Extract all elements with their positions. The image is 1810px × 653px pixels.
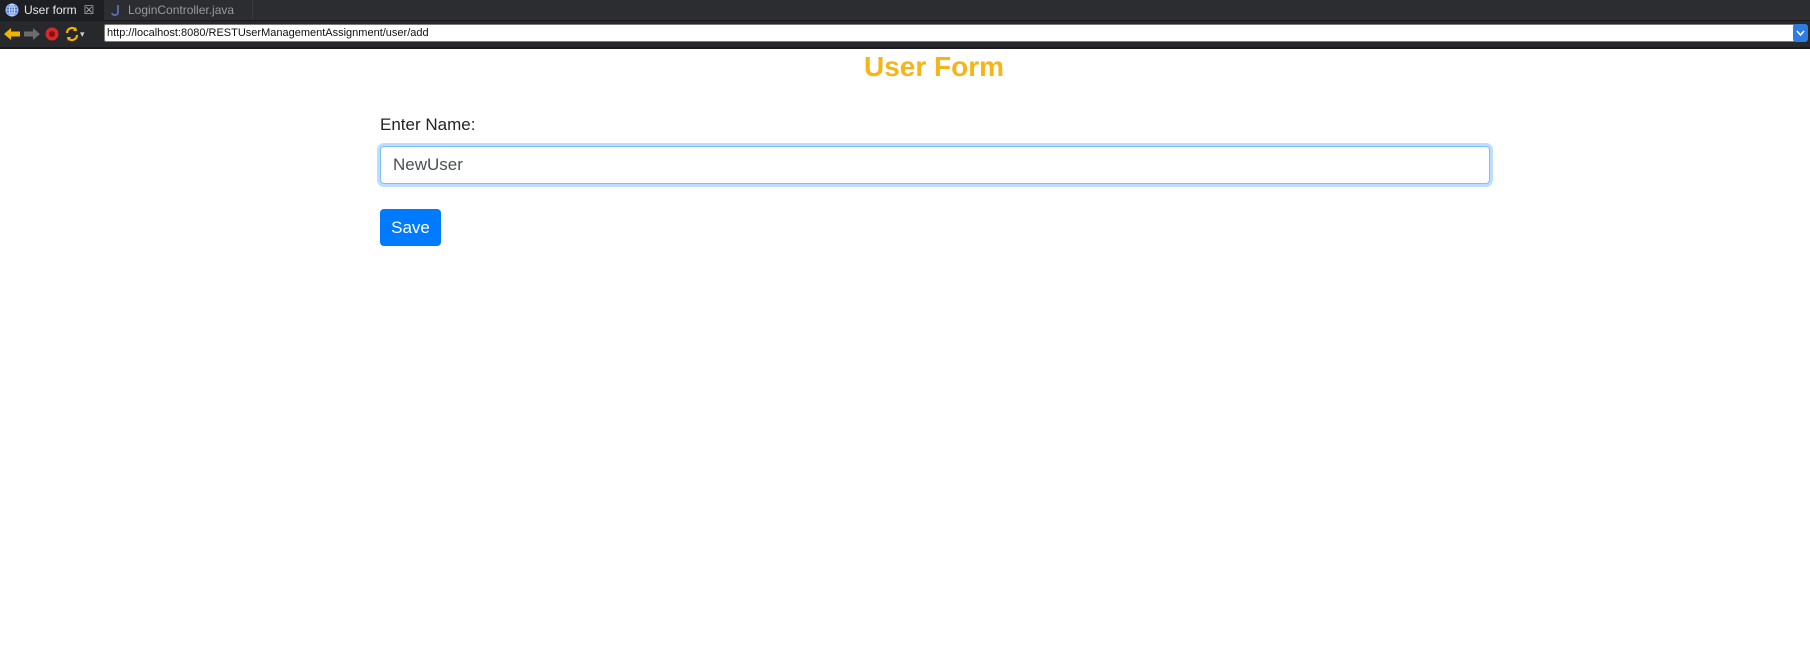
tab-label: LoginController.java (128, 3, 235, 17)
address-bar[interactable]: http://localhost:8080/RESTUserManagement… (104, 24, 1795, 42)
java-file-icon (109, 3, 123, 17)
chevron-down-icon (1796, 30, 1805, 36)
chevron-down-icon[interactable]: ▾ (80, 29, 85, 40)
navigation-bar: ▾ http://localhost:8080/RESTUserManageme… (0, 21, 1810, 47)
tab-bar: User form ☒ LoginController.java (0, 0, 1810, 21)
save-button[interactable]: Save (380, 209, 441, 246)
name-label: Enter Name: (380, 115, 476, 134)
tab-user-form[interactable]: User form ☒ (0, 0, 104, 20)
page-title: User Form (863, 51, 1005, 82)
back-arrow-icon[interactable] (2, 24, 22, 44)
forward-arrow-icon[interactable] (22, 24, 42, 44)
tab-login-controller[interactable]: LoginController.java (104, 0, 253, 20)
close-icon[interactable]: ☒ (84, 3, 95, 17)
address-dropdown-button[interactable] (1793, 24, 1808, 42)
name-input[interactable] (380, 146, 1490, 184)
tab-label: User form (24, 3, 77, 17)
stop-icon[interactable] (42, 24, 62, 44)
globe-icon (5, 3, 19, 17)
refresh-icon[interactable] (62, 24, 82, 44)
